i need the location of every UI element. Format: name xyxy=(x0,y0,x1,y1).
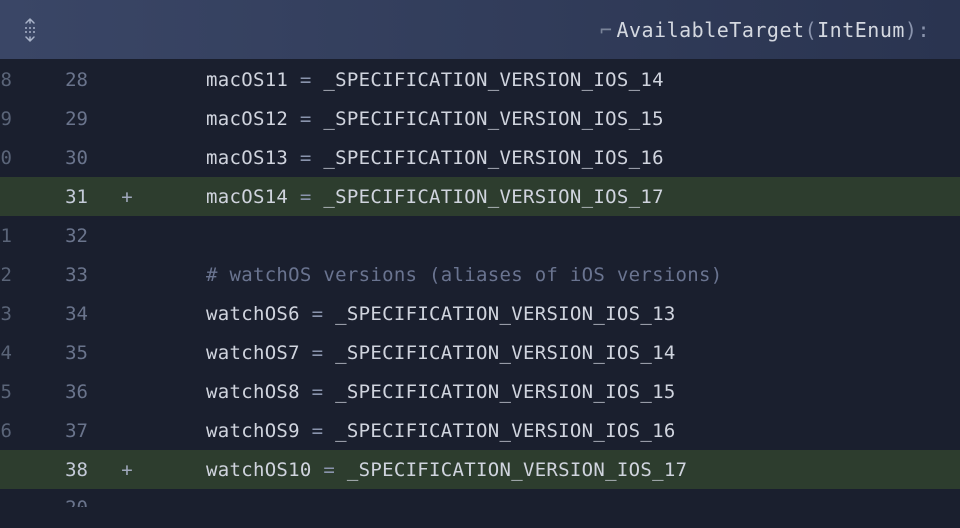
context-header: ⌐AvailableTarget(IntEnum): xyxy=(0,0,960,60)
diff-line-added[interactable]: 38+watchOS10 = _SPECIFICATION_VERSION_IO… xyxy=(0,450,960,489)
diff-line[interactable]: 536 watchOS8 = _SPECIFICATION_VERSION_IOS… xyxy=(0,372,960,411)
gutter-old-line-number: 2 xyxy=(0,264,14,286)
code-lines[interactable]: 828 macOS11 = _SPECIFICATION_VERSION_IOS_… xyxy=(0,60,960,528)
diff-line[interactable]: 030 macOS13 = _SPECIFICATION_VERSION_IOS_… xyxy=(0,138,960,177)
code-content: watchOS9 = _SPECIFICATION_VERSION_IOS_16 xyxy=(148,420,960,442)
class-parent: IntEnum xyxy=(817,18,905,42)
diff-line[interactable]: 435 watchOS7 = _SPECIFICATION_VERSION_IOS… xyxy=(0,333,960,372)
gutter-new-line-number: 32 xyxy=(14,225,106,247)
diff-line[interactable]: 132 xyxy=(0,216,960,255)
gutter-old-line-number: 8 xyxy=(0,69,14,91)
diff-line[interactable]: 233 # watchOS versions (aliases of iOS ve… xyxy=(0,255,960,294)
code-content: macOS11 = _SPECIFICATION_VERSION_IOS_14 xyxy=(148,69,960,91)
gutter-new-line-number: 28 xyxy=(14,69,106,91)
gutter-old-line-number: 9 xyxy=(0,108,14,130)
gutter-new-line-number: 38 xyxy=(14,459,106,481)
code-content: # watchOS versions (aliases of iOS versi… xyxy=(148,264,960,286)
gutter-new-line-number: 30 xyxy=(14,147,106,169)
code-content: macOS12 = _SPECIFICATION_VERSION_IOS_15 xyxy=(148,108,960,130)
code-content: watchOS7 = _SPECIFICATION_VERSION_IOS_14 xyxy=(148,342,960,364)
gutter-new-line-number: 36 xyxy=(14,381,106,403)
gutter-old-line-number: 6 xyxy=(0,420,14,442)
class-name: AvailableTarget xyxy=(616,18,804,42)
gutter-new-line-number: 37 xyxy=(14,420,106,442)
return-icon: ⌐ xyxy=(600,18,613,42)
code-content: watchOS6 = _SPECIFICATION_VERSION_IOS_13 xyxy=(148,303,960,325)
diff-line[interactable]: 334 watchOS6 = _SPECIFICATION_VERSION_IOS… xyxy=(0,294,960,333)
diff-line[interactable]: 20 xyxy=(0,489,960,507)
gutter-old-line-number: 4 xyxy=(0,342,14,364)
diff-line-added[interactable]: 31+macOS14 = _SPECIFICATION_VERSION_IOS_… xyxy=(0,177,960,216)
gutter-new-line-number: 20 xyxy=(14,489,106,507)
gutter-old-line-number: 1 xyxy=(0,225,14,247)
gutter-old-line-number: 3 xyxy=(0,303,14,325)
class-breadcrumb[interactable]: ⌐AvailableTarget(IntEnum): xyxy=(600,18,930,42)
diff-line[interactable]: 929 macOS12 = _SPECIFICATION_VERSION_IOS_… xyxy=(0,99,960,138)
diff-line[interactable]: 828 macOS11 = _SPECIFICATION_VERSION_IOS_… xyxy=(0,60,960,99)
expand-collapse-icon[interactable] xyxy=(0,17,60,43)
diff-marker: + xyxy=(106,459,148,481)
gutter-new-line-number: 29 xyxy=(14,108,106,130)
diff-line[interactable]: 637 watchOS9 = _SPECIFICATION_VERSION_IOS… xyxy=(0,411,960,450)
code-content: macOS13 = _SPECIFICATION_VERSION_IOS_16 xyxy=(148,147,960,169)
gutter-old-line-number: 5 xyxy=(0,381,14,403)
gutter-new-line-number: 35 xyxy=(14,342,106,364)
code-diff-editor: ⌐AvailableTarget(IntEnum): 828 macOS11 = … xyxy=(0,0,960,528)
gutter-new-line-number: 33 xyxy=(14,264,106,286)
gutter-new-line-number: 31 xyxy=(14,186,106,208)
gutter-new-line-number: 34 xyxy=(14,303,106,325)
code-content: watchOS10 = _SPECIFICATION_VERSION_IOS_1… xyxy=(148,459,960,481)
code-content: macOS14 = _SPECIFICATION_VERSION_IOS_17 xyxy=(148,186,960,208)
diff-marker: + xyxy=(106,186,148,208)
code-content: watchOS8 = _SPECIFICATION_VERSION_IOS_15 xyxy=(148,381,960,403)
gutter-old-line-number: 0 xyxy=(0,147,14,169)
